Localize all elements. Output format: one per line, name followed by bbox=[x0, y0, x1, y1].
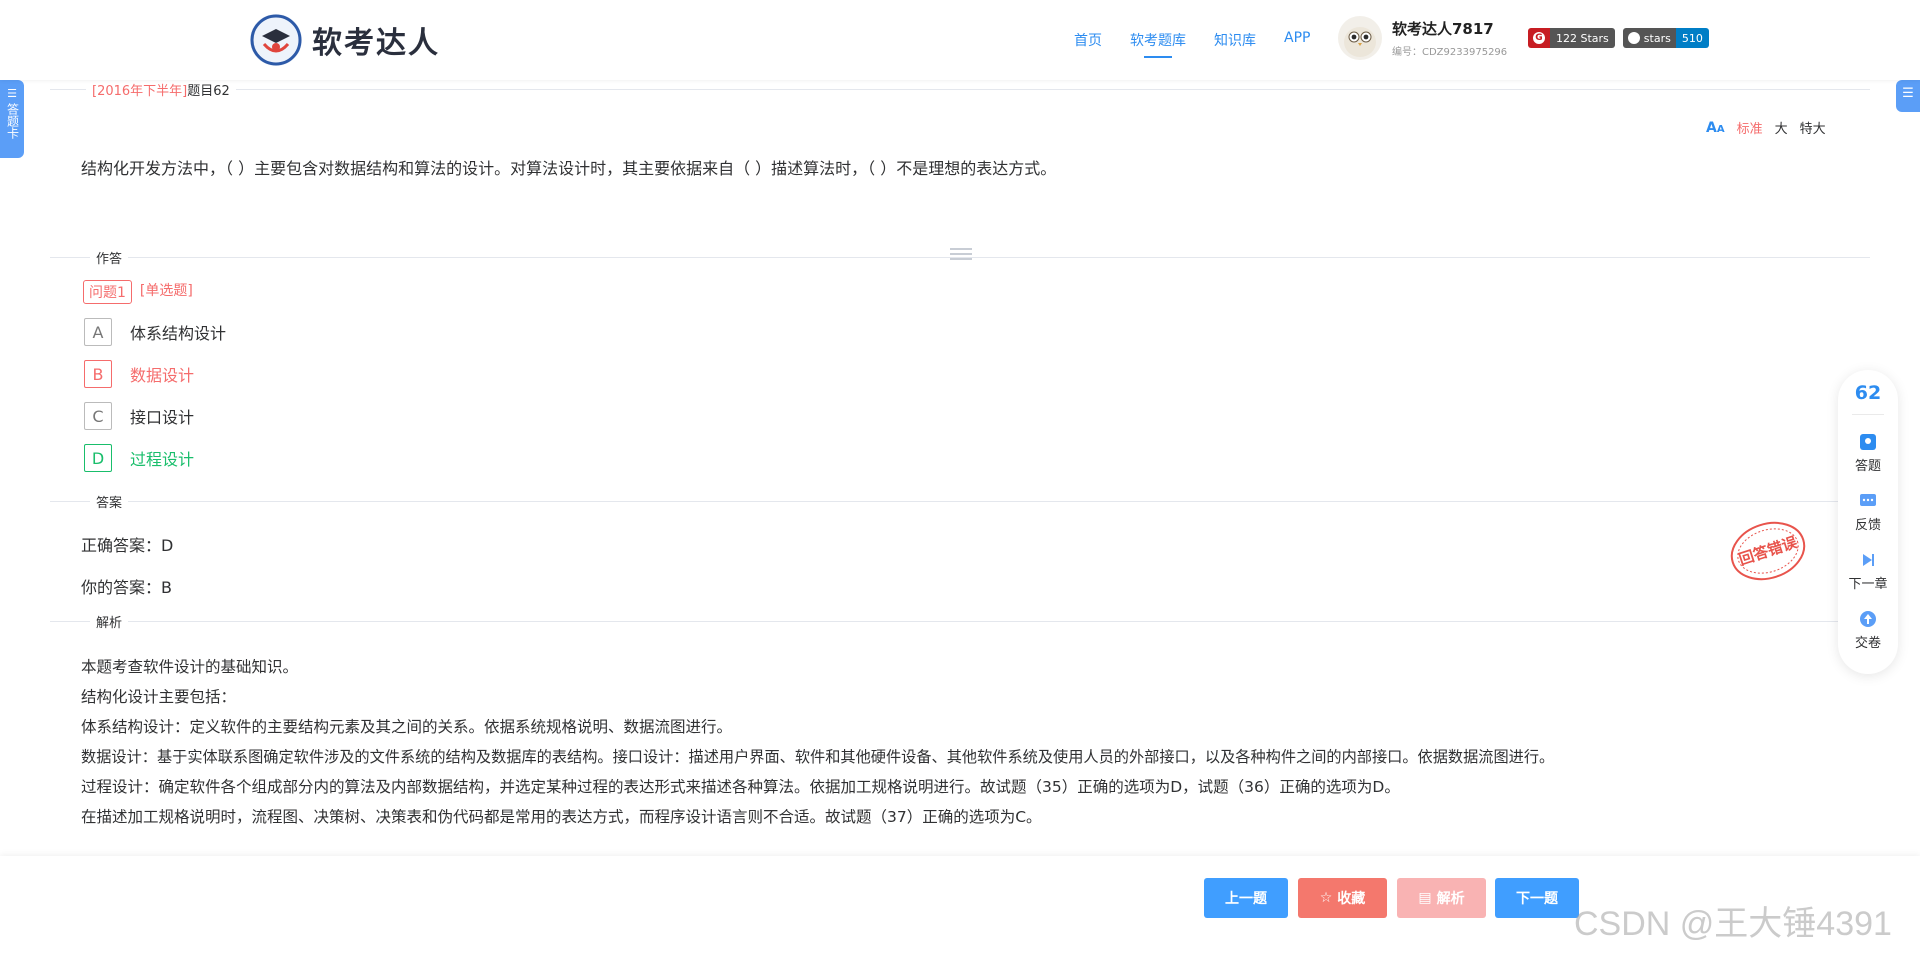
option-b[interactable]: B 数据设计 bbox=[84, 360, 194, 388]
feedback-button[interactable]: 反馈 bbox=[1838, 492, 1898, 533]
analysis-button[interactable]: ▤ 解析 bbox=[1397, 878, 1486, 918]
analysis-line: 过程设计：确定软件各个组成部分内的算法及内部数据结构，并选定某种过程的表达形式来… bbox=[81, 778, 1400, 796]
feedback-label: 反馈 bbox=[1854, 518, 1881, 533]
section-analysis: 解析 bbox=[90, 612, 129, 631]
logo-text: 软考达人 bbox=[312, 26, 440, 61]
option-letter: C bbox=[84, 402, 112, 430]
gitee-icon: G bbox=[1533, 32, 1545, 44]
github-icon bbox=[1627, 32, 1640, 44]
github-stars-badge[interactable]: stars 510 bbox=[1622, 28, 1709, 48]
github-stars-count: 510 bbox=[1675, 28, 1709, 48]
answer-label: 答题 bbox=[1854, 459, 1881, 474]
section-answer-area: 作答 bbox=[90, 248, 129, 267]
option-letter: B bbox=[84, 360, 112, 388]
current-question-number: 62 bbox=[1854, 382, 1882, 404]
top-header: 软考达人 首页 软考题库 知识库 APP 软考达人7817 编号：CDZ9233… bbox=[0, 0, 1920, 80]
document-icon: ▤ bbox=[1418, 890, 1432, 906]
gitee-stars-badge[interactable]: G 122 Stars bbox=[1528, 28, 1615, 48]
previous-label: 上一题 bbox=[1225, 891, 1267, 907]
submit-exam-button[interactable]: 交卷 bbox=[1838, 610, 1898, 651]
answer-button[interactable]: 答题 bbox=[1838, 433, 1898, 474]
logo-icon bbox=[250, 14, 302, 66]
font-size-standard[interactable]: 标准 bbox=[1737, 118, 1763, 137]
option-c[interactable]: C 接口设计 bbox=[84, 402, 194, 430]
correct-answer: 正确答案：D bbox=[81, 536, 174, 555]
question-type-tag: [单选题] bbox=[139, 283, 193, 299]
star-icon: ☆ bbox=[1319, 890, 1333, 906]
option-text: 数据设计 bbox=[130, 366, 195, 385]
user-name: 软考达人7817 bbox=[1392, 20, 1494, 38]
analysis-line: 数据设计：基于实体联系图确定软件涉及的文件系统的结构及数据库的表结构。接口设计：… bbox=[81, 748, 1555, 766]
floating-tool-panel: 62 答题 反馈 下一章 交卷 bbox=[1838, 370, 1898, 674]
next-chapter-label: 下一章 bbox=[1848, 577, 1888, 592]
next-label: 下一题 bbox=[1516, 891, 1558, 907]
analysis-line: 在描述加工规格说明时，流程图、决策树、决策表和伪代码都是常用的表达方式，而程序设… bbox=[81, 808, 1042, 826]
question-text: 结构化开发方法中，（ ）主要包含对数据结构和算法的设计。对算法设计时，其主要依据… bbox=[81, 159, 1057, 178]
main-nav: 首页 软考题库 知识库 APP bbox=[1074, 30, 1310, 58]
wrong-answer-stamp: 回答错误 bbox=[1720, 509, 1815, 593]
favorite-button[interactable]: ☆ 收藏 bbox=[1298, 878, 1387, 918]
option-d[interactable]: D 过程设计 bbox=[84, 444, 194, 472]
option-text: 体系结构设计 bbox=[130, 324, 227, 343]
upload-icon bbox=[1859, 610, 1877, 628]
question-index-tag: 问题1 bbox=[83, 280, 132, 304]
option-text: 过程设计 bbox=[130, 450, 195, 469]
nav-question-bank[interactable]: 软考题库 bbox=[1130, 30, 1186, 58]
repo-badges: G 122 Stars stars 510 bbox=[1528, 28, 1709, 48]
nav-knowledge-base[interactable]: 知识库 bbox=[1214, 30, 1256, 50]
site-logo[interactable]: 软考达人 bbox=[250, 14, 440, 66]
next-question-button[interactable]: 下一题 bbox=[1495, 878, 1579, 918]
divider bbox=[1852, 414, 1884, 415]
nav-app[interactable]: APP bbox=[1284, 30, 1310, 50]
user-profile[interactable]: 软考达人7817 编号：CDZ9233975296 bbox=[1338, 16, 1507, 60]
breadcrumb: [2016年下半年]题目62 bbox=[86, 80, 236, 99]
submit-exam-label: 交卷 bbox=[1854, 636, 1881, 651]
drag-handle-icon[interactable] bbox=[950, 248, 972, 262]
question-number: 题目62 bbox=[187, 84, 230, 99]
previous-question-button[interactable]: 上一题 bbox=[1204, 878, 1288, 918]
nav-home[interactable]: 首页 bbox=[1074, 30, 1102, 50]
font-size-switcher: AA 标准 大 特大 bbox=[1706, 118, 1826, 138]
font-size-icon: AA bbox=[1706, 119, 1725, 136]
favorite-label: 收藏 bbox=[1337, 891, 1366, 907]
analysis-label: 解析 bbox=[1436, 891, 1465, 907]
analysis-line: 结构化设计主要包括： bbox=[81, 688, 237, 706]
divider bbox=[50, 621, 1870, 622]
your-answer: 你的答案：B bbox=[81, 578, 172, 597]
gitee-stars-count: 122 Stars bbox=[1550, 28, 1615, 48]
watermark: CSDN @王大锤4391 bbox=[1574, 905, 1892, 943]
feedback-icon bbox=[1859, 492, 1877, 510]
analysis-line: 体系结构设计：定义软件的主要结构元素及其之间的关系。依据系统规格说明、数据流图进… bbox=[81, 718, 733, 736]
option-letter: D bbox=[84, 444, 112, 472]
skip-next-icon bbox=[1859, 551, 1877, 569]
answer-icon bbox=[1859, 433, 1877, 451]
user-id: 编号：CDZ9233975296 bbox=[1392, 47, 1508, 58]
question-tag: 问题1 [单选题] bbox=[83, 280, 193, 304]
font-size-large[interactable]: 大 bbox=[1775, 118, 1788, 137]
exam-year: [2016年下半年] bbox=[92, 84, 188, 99]
option-letter: A bbox=[84, 318, 112, 346]
divider bbox=[50, 501, 1870, 502]
next-chapter-button[interactable]: 下一章 bbox=[1838, 551, 1898, 592]
option-text: 接口设计 bbox=[130, 408, 195, 427]
section-answer: 答案 bbox=[90, 492, 129, 511]
avatar[interactable] bbox=[1338, 16, 1382, 60]
analysis-text: 本题考查软件设计的基础知识。 结构化设计主要包括： 体系结构设计：定义软件的主要… bbox=[81, 652, 1554, 832]
divider bbox=[50, 89, 1870, 90]
option-a[interactable]: A 体系结构设计 bbox=[84, 318, 226, 346]
font-size-xlarge[interactable]: 特大 bbox=[1800, 118, 1826, 137]
github-badge-label: stars bbox=[1643, 31, 1671, 45]
question-content: [2016年下半年]题目62 AA 标准 大 特大 结构化开发方法中，（ ）主要… bbox=[0, 80, 1920, 856]
analysis-line: 本题考查软件设计的基础知识。 bbox=[81, 658, 299, 676]
